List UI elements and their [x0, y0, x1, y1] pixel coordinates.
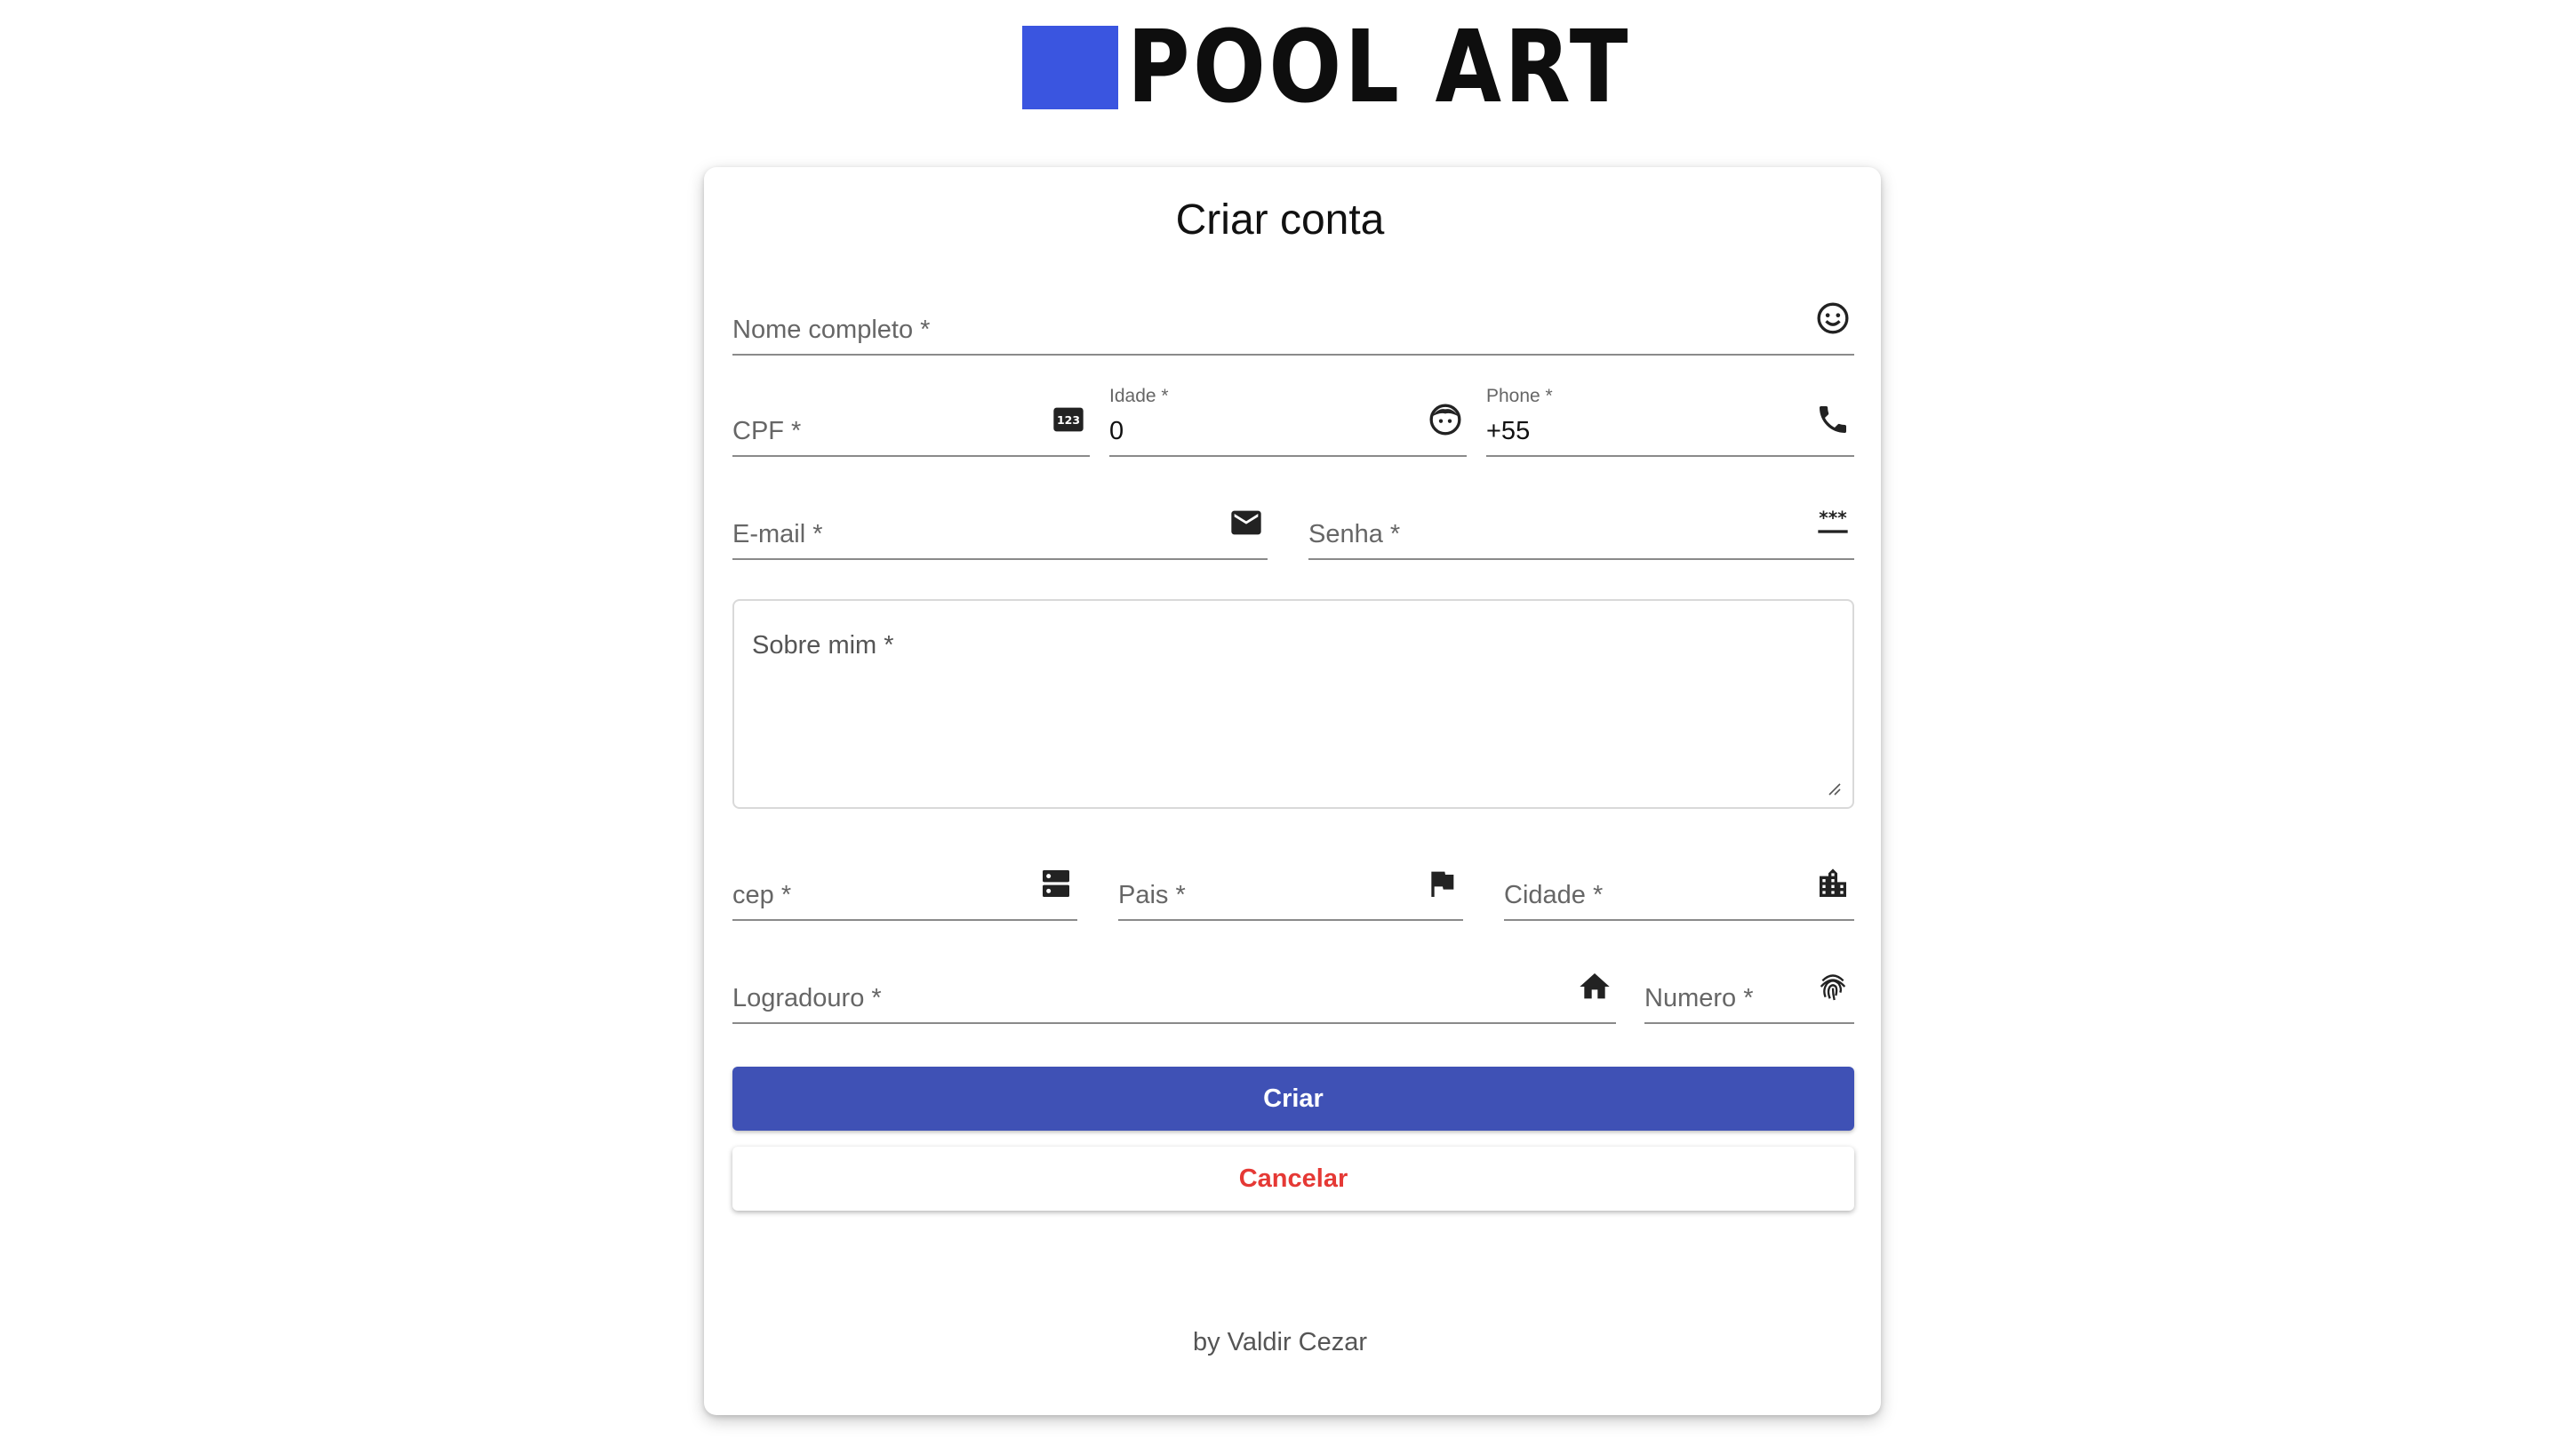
full-name-label: Nome completo *	[732, 316, 931, 344]
cep-label: cep *	[732, 881, 792, 909]
phone-label: Phone *	[1486, 386, 1553, 406]
city-label: Cidade *	[1504, 881, 1604, 909]
footer-credit: by Valdir Cezar	[1192, 1328, 1368, 1356]
logo-square-icon	[1022, 26, 1118, 109]
page-title: Criar conta	[1175, 196, 1385, 244]
brand-name: POOL ART	[1127, 10, 1631, 125]
svg-text:123: 123	[1057, 413, 1080, 427]
street-label: Logradouro *	[732, 984, 882, 1012]
city-field[interactable]: Cidade *	[1504, 850, 1854, 921]
home-icon	[1577, 969, 1612, 1004]
street-field[interactable]: Logradouro *	[732, 953, 1616, 1024]
password-icon: ***	[1815, 505, 1851, 540]
password-label: Senha *	[1308, 520, 1401, 548]
full-name-field[interactable]: Nome completo *	[732, 284, 1854, 356]
create-button[interactable]: Criar	[732, 1067, 1854, 1131]
about-me-textarea[interactable]: Sobre mim *	[732, 599, 1854, 809]
resize-handle-icon[interactable]	[1826, 780, 1842, 796]
phone-value: +55	[1486, 417, 1531, 445]
country-field[interactable]: Pais *	[1118, 850, 1463, 921]
mail-icon	[1228, 505, 1264, 540]
cpf-label: CPF *	[732, 417, 802, 445]
password-field[interactable]: Senha * ***	[1308, 489, 1854, 560]
brand-logo: POOL ART	[1022, 18, 1713, 117]
number-label: Numero *	[1644, 984, 1754, 1012]
cep-field[interactable]: cep *	[732, 850, 1077, 921]
age-value: 0	[1109, 417, 1124, 445]
svg-text:***: ***	[1819, 508, 1847, 529]
age-field[interactable]: Idade * 0	[1109, 386, 1467, 457]
phone-field[interactable]: Phone * +55	[1486, 386, 1854, 457]
country-label: Pais *	[1118, 881, 1186, 909]
flag-icon	[1424, 866, 1460, 901]
fingerprint-icon	[1815, 969, 1851, 1004]
number-field[interactable]: Numero *	[1644, 953, 1854, 1024]
smiley-icon	[1815, 300, 1851, 336]
cancel-button[interactable]: Cancelar	[732, 1147, 1854, 1211]
age-label: Idade *	[1109, 386, 1169, 406]
about-me-label: Sobre mim *	[752, 631, 894, 660]
email-field[interactable]: E-mail *	[732, 489, 1268, 560]
email-label: E-mail *	[732, 520, 823, 548]
phone-icon	[1815, 402, 1851, 437]
dns-icon	[1038, 866, 1074, 901]
face-icon	[1428, 402, 1463, 437]
city-icon	[1815, 866, 1851, 901]
cpf-field[interactable]: CPF * 123	[732, 386, 1090, 457]
numbers-123-icon: 123	[1051, 402, 1086, 437]
